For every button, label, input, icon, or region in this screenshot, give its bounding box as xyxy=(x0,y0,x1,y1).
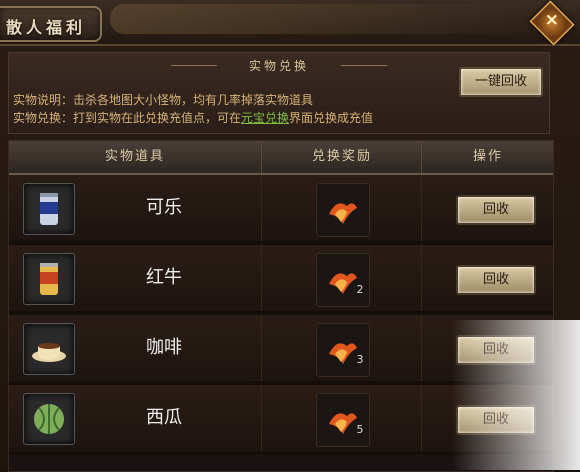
item-name: 西瓜 xyxy=(146,407,182,428)
reward-cell: 3 xyxy=(261,315,422,381)
table-header: 实物道具 兑换奖励 操作 xyxy=(9,141,553,175)
item-name: 红牛 xyxy=(146,267,182,288)
item-name: 可乐 xyxy=(146,197,182,218)
exchange-prefix: 实物兑换：打到实物在此兑换充值点，可在 xyxy=(13,111,242,125)
title-ornament xyxy=(110,4,530,34)
close-button[interactable]: × xyxy=(529,0,575,46)
exchange-suffix: 界面兑换成充值 xyxy=(289,111,374,125)
recycle-button[interactable]: 回收 xyxy=(456,265,536,295)
reward-count xyxy=(352,213,368,229)
energy-drink-can-icon[interactable] xyxy=(23,253,75,305)
reward-count: 5 xyxy=(356,423,364,436)
welfare-window: 散人福利 × 实物兑换 一键回收 实物说明：击杀各地图大小怪物，均有几率掉落实物… xyxy=(0,0,580,472)
header-item: 实物道具 xyxy=(104,149,165,164)
action-cell: 回收 xyxy=(421,175,554,241)
item-cell: 咖啡 xyxy=(9,315,261,381)
item-name: 咖啡 xyxy=(146,337,182,358)
watermelon-icon[interactable] xyxy=(23,393,75,445)
info-exchange: 实物兑换：打到实物在此兑换充值点，可在元宝兑换界面兑换成充值 xyxy=(13,109,373,126)
title-text: 散人福利 xyxy=(6,18,87,37)
reward-cell: 2 xyxy=(261,245,422,311)
title-bar: 散人福利 × xyxy=(0,0,580,46)
item-cell: 西瓜 xyxy=(9,385,261,451)
action-cell: 回收 xyxy=(421,245,554,311)
reward-cell: 5 xyxy=(261,385,422,451)
tab-welfare[interactable]: 散人福利 xyxy=(0,6,102,42)
info-header: 实物兑换 xyxy=(171,57,387,73)
reward-count: 3 xyxy=(356,353,364,366)
item-cell: 可乐 xyxy=(9,175,261,241)
yuanbao-exchange-link[interactable]: 元宝兑换 xyxy=(241,111,289,125)
table-row: 可乐 回收 xyxy=(9,175,553,245)
reward-count: 2 xyxy=(356,283,364,296)
recycle-button[interactable]: 回收 xyxy=(456,195,536,225)
table-row: 红牛 2 回收 xyxy=(9,245,553,315)
info-panel: 实物兑换 一键回收 实物说明：击杀各地图大小怪物，均有几率掉落实物道具 实物兑换… xyxy=(8,52,550,134)
edge-fade xyxy=(452,320,580,470)
close-icon: × xyxy=(544,10,560,30)
reward-cell xyxy=(261,175,422,241)
coffee-cup-icon[interactable] xyxy=(23,323,75,375)
recycle-all-button[interactable]: 一键回收 xyxy=(459,67,543,97)
header-reward: 兑换奖励 xyxy=(261,141,422,173)
info-description: 实物说明：击杀各地图大小怪物，均有几率掉落实物道具 xyxy=(13,93,314,107)
cola-can-icon[interactable] xyxy=(23,183,75,235)
header-action: 操作 xyxy=(421,141,554,173)
item-cell: 红牛 xyxy=(9,245,261,311)
